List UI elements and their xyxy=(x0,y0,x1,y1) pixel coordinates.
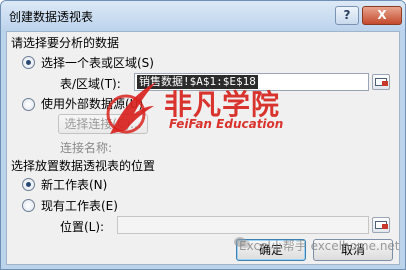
radio-existing-worksheet-label[interactable]: 现有工作表(E) xyxy=(41,197,118,214)
source-section-heading: 请选择要分析的数据 xyxy=(11,36,120,50)
connection-name-label: 连接名称: xyxy=(60,141,113,155)
watermark-text: Excel小帮手 excelhome.net xyxy=(239,239,400,253)
table-range-collapse-button[interactable] xyxy=(372,74,390,90)
dialog-body: 请选择要分析的数据 选择一个表或区域(S) 表/区域(T): 销售数据!$A$1… xyxy=(6,31,400,265)
location-collapse-button[interactable] xyxy=(372,217,390,233)
create-pivottable-dialog: 创建数据透视表 ? X 请选择要分析的数据 选择一个表或区域(S) 表/区域(T… xyxy=(0,0,406,270)
title-bar[interactable]: 创建数据透视表 ? X xyxy=(1,1,405,31)
location-section-heading: 选择放置数据透视表的位置 xyxy=(11,159,156,173)
radio-new-worksheet-label[interactable]: 新工作表(N) xyxy=(41,176,107,193)
radio-select-range[interactable] xyxy=(22,56,35,69)
radio-select-range-label[interactable]: 选择一个表或区域(S) xyxy=(41,54,154,71)
radio-existing-worksheet[interactable] xyxy=(22,199,35,212)
help-button[interactable]: ? xyxy=(335,6,359,25)
radio-external-source[interactable] xyxy=(22,98,35,111)
dialog-title: 创建数据透视表 xyxy=(9,10,94,24)
close-button[interactable]: X xyxy=(362,6,402,25)
location-picker-marker-icon xyxy=(382,224,388,229)
location-label: 位置(L): xyxy=(60,220,105,234)
location-input[interactable] xyxy=(117,216,369,234)
logo-subtitle: FeiFan Education xyxy=(169,117,284,131)
feifan-logo-icon xyxy=(106,82,156,134)
range-picker-marker-icon xyxy=(382,81,388,86)
radio-new-worksheet[interactable] xyxy=(22,178,35,191)
